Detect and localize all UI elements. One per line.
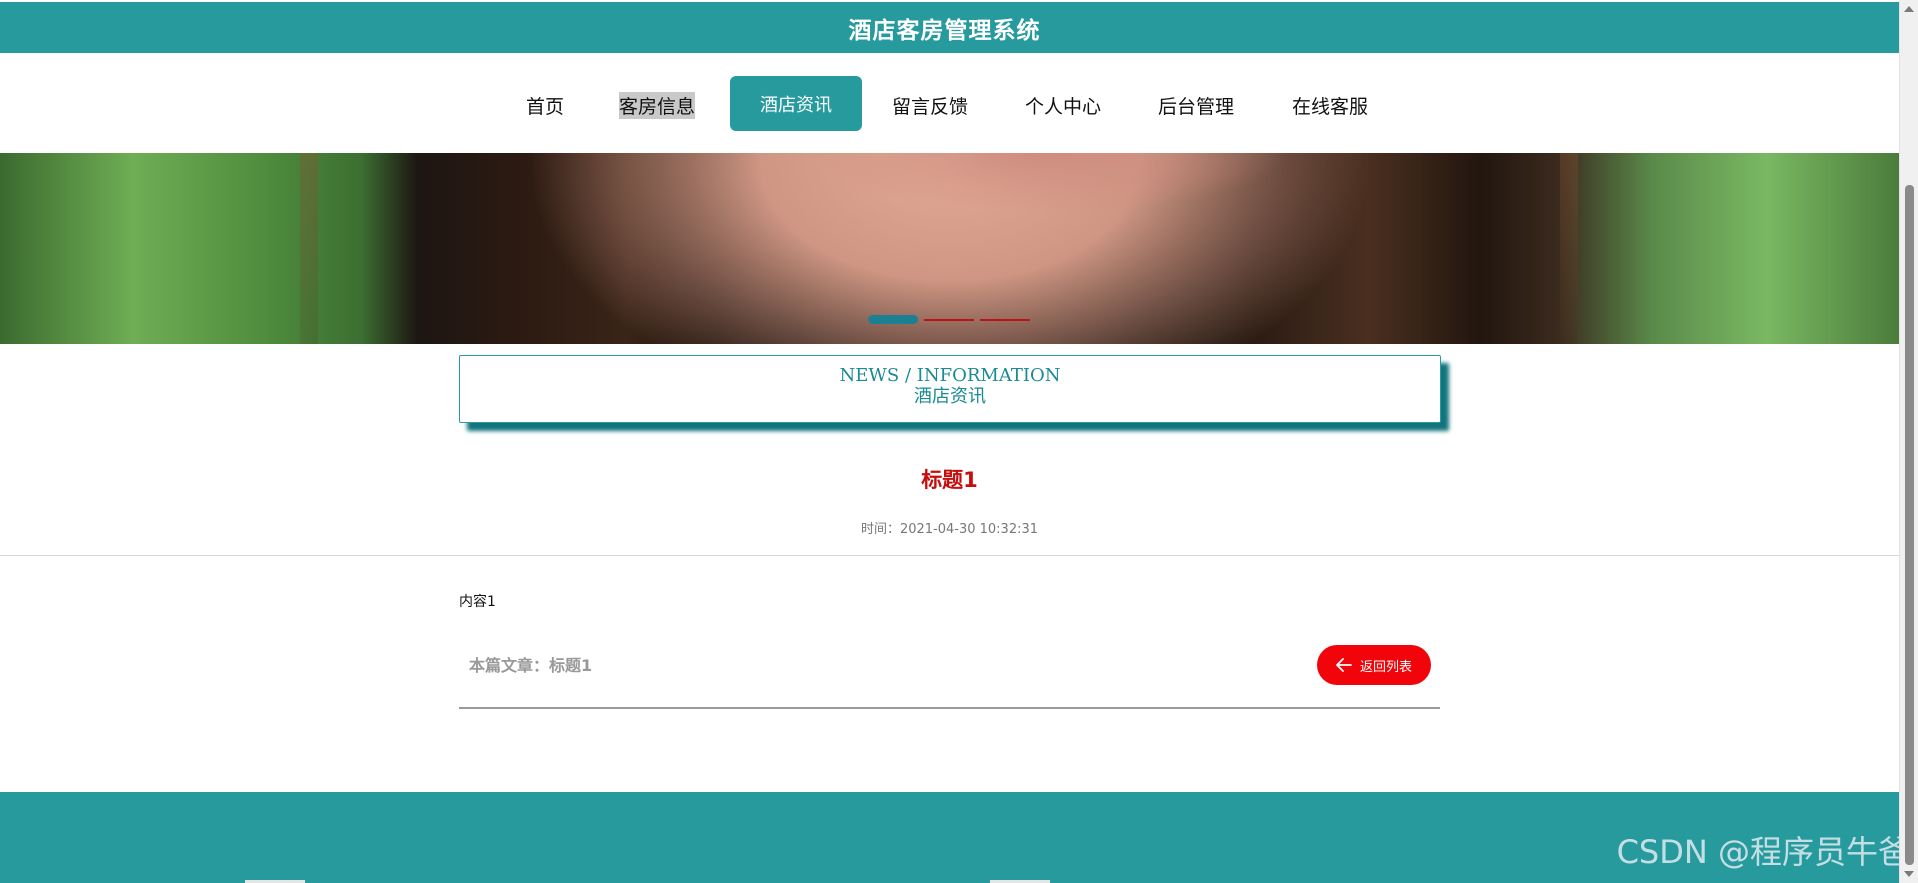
nav-item-rooms[interactable]: 客房信息 [619, 87, 696, 123]
banner-hair-strand [300, 153, 318, 344]
scroll-up-icon[interactable] [1904, 6, 1914, 12]
carousel-indicators [868, 315, 1030, 324]
article-divider [459, 707, 1440, 709]
page: 酒店客房管理系统 首页 客房信息 酒店资讯 留言反馈 个人中心 后台管理 在线客… [0, 0, 1918, 883]
banner-hair-strand [1560, 153, 1578, 344]
nav-item-label: 后台管理 [1158, 95, 1235, 118]
divider [0, 555, 1899, 556]
header-bar: 酒店客房管理系统 [0, 2, 1899, 53]
footer [0, 792, 1899, 883]
nav-item-feedback[interactable]: 留言反馈 [892, 87, 968, 123]
watermark: CSDN @程序员牛爸 [1616, 833, 1910, 871]
vertical-scrollbar[interactable] [1899, 0, 1918, 883]
scroll-thumb[interactable] [1905, 185, 1914, 865]
nav-item-label: 个人中心 [1025, 95, 1102, 118]
arrow-left-icon [1336, 658, 1352, 672]
nav-item-admin[interactable]: 后台管理 [1158, 87, 1234, 123]
nav-item-label: 留言反馈 [892, 95, 969, 118]
nav-item-profile[interactable]: 个人中心 [1025, 87, 1101, 123]
section-title-cn: 酒店资讯 [914, 386, 986, 407]
section-heading: NEWS / INFORMATION 酒店资讯 [459, 355, 1441, 423]
nav-item-label: 首页 [526, 95, 565, 118]
carousel-dot[interactable] [980, 318, 1030, 321]
section-title-en: NEWS / INFORMATION [839, 365, 1061, 386]
nav-item-label: 客房信息 [619, 91, 696, 119]
nav-item-label: 在线客服 [1292, 95, 1369, 118]
nav-item-news[interactable]: 酒店资讯 [730, 76, 862, 131]
article-time: 时间：2021-04-30 10:32:31 [860, 522, 1039, 537]
scroll-down-icon[interactable] [1904, 871, 1914, 877]
article-title: 标题1 [921, 468, 978, 492]
nav-item-home[interactable]: 首页 [526, 87, 564, 123]
back-button-label: 返回列表 [1359, 659, 1412, 675]
back-to-list-button[interactable]: 返回列表 [1317, 645, 1431, 685]
main-nav: 首页 客房信息 酒店资讯 留言反馈 个人中心 后台管理 在线客服 [0, 53, 1899, 153]
nav-item-label: 酒店资讯 [760, 94, 832, 116]
nav-item-support[interactable]: 在线客服 [1292, 87, 1368, 123]
site-title: 酒店客房管理系统 [848, 17, 1041, 44]
current-article-label: 本篇文章：标题1 [469, 656, 593, 675]
banner-carousel [0, 153, 1899, 344]
carousel-dot[interactable] [868, 315, 918, 324]
carousel-dot[interactable] [924, 318, 974, 321]
article-content: 内容1 [459, 594, 496, 610]
